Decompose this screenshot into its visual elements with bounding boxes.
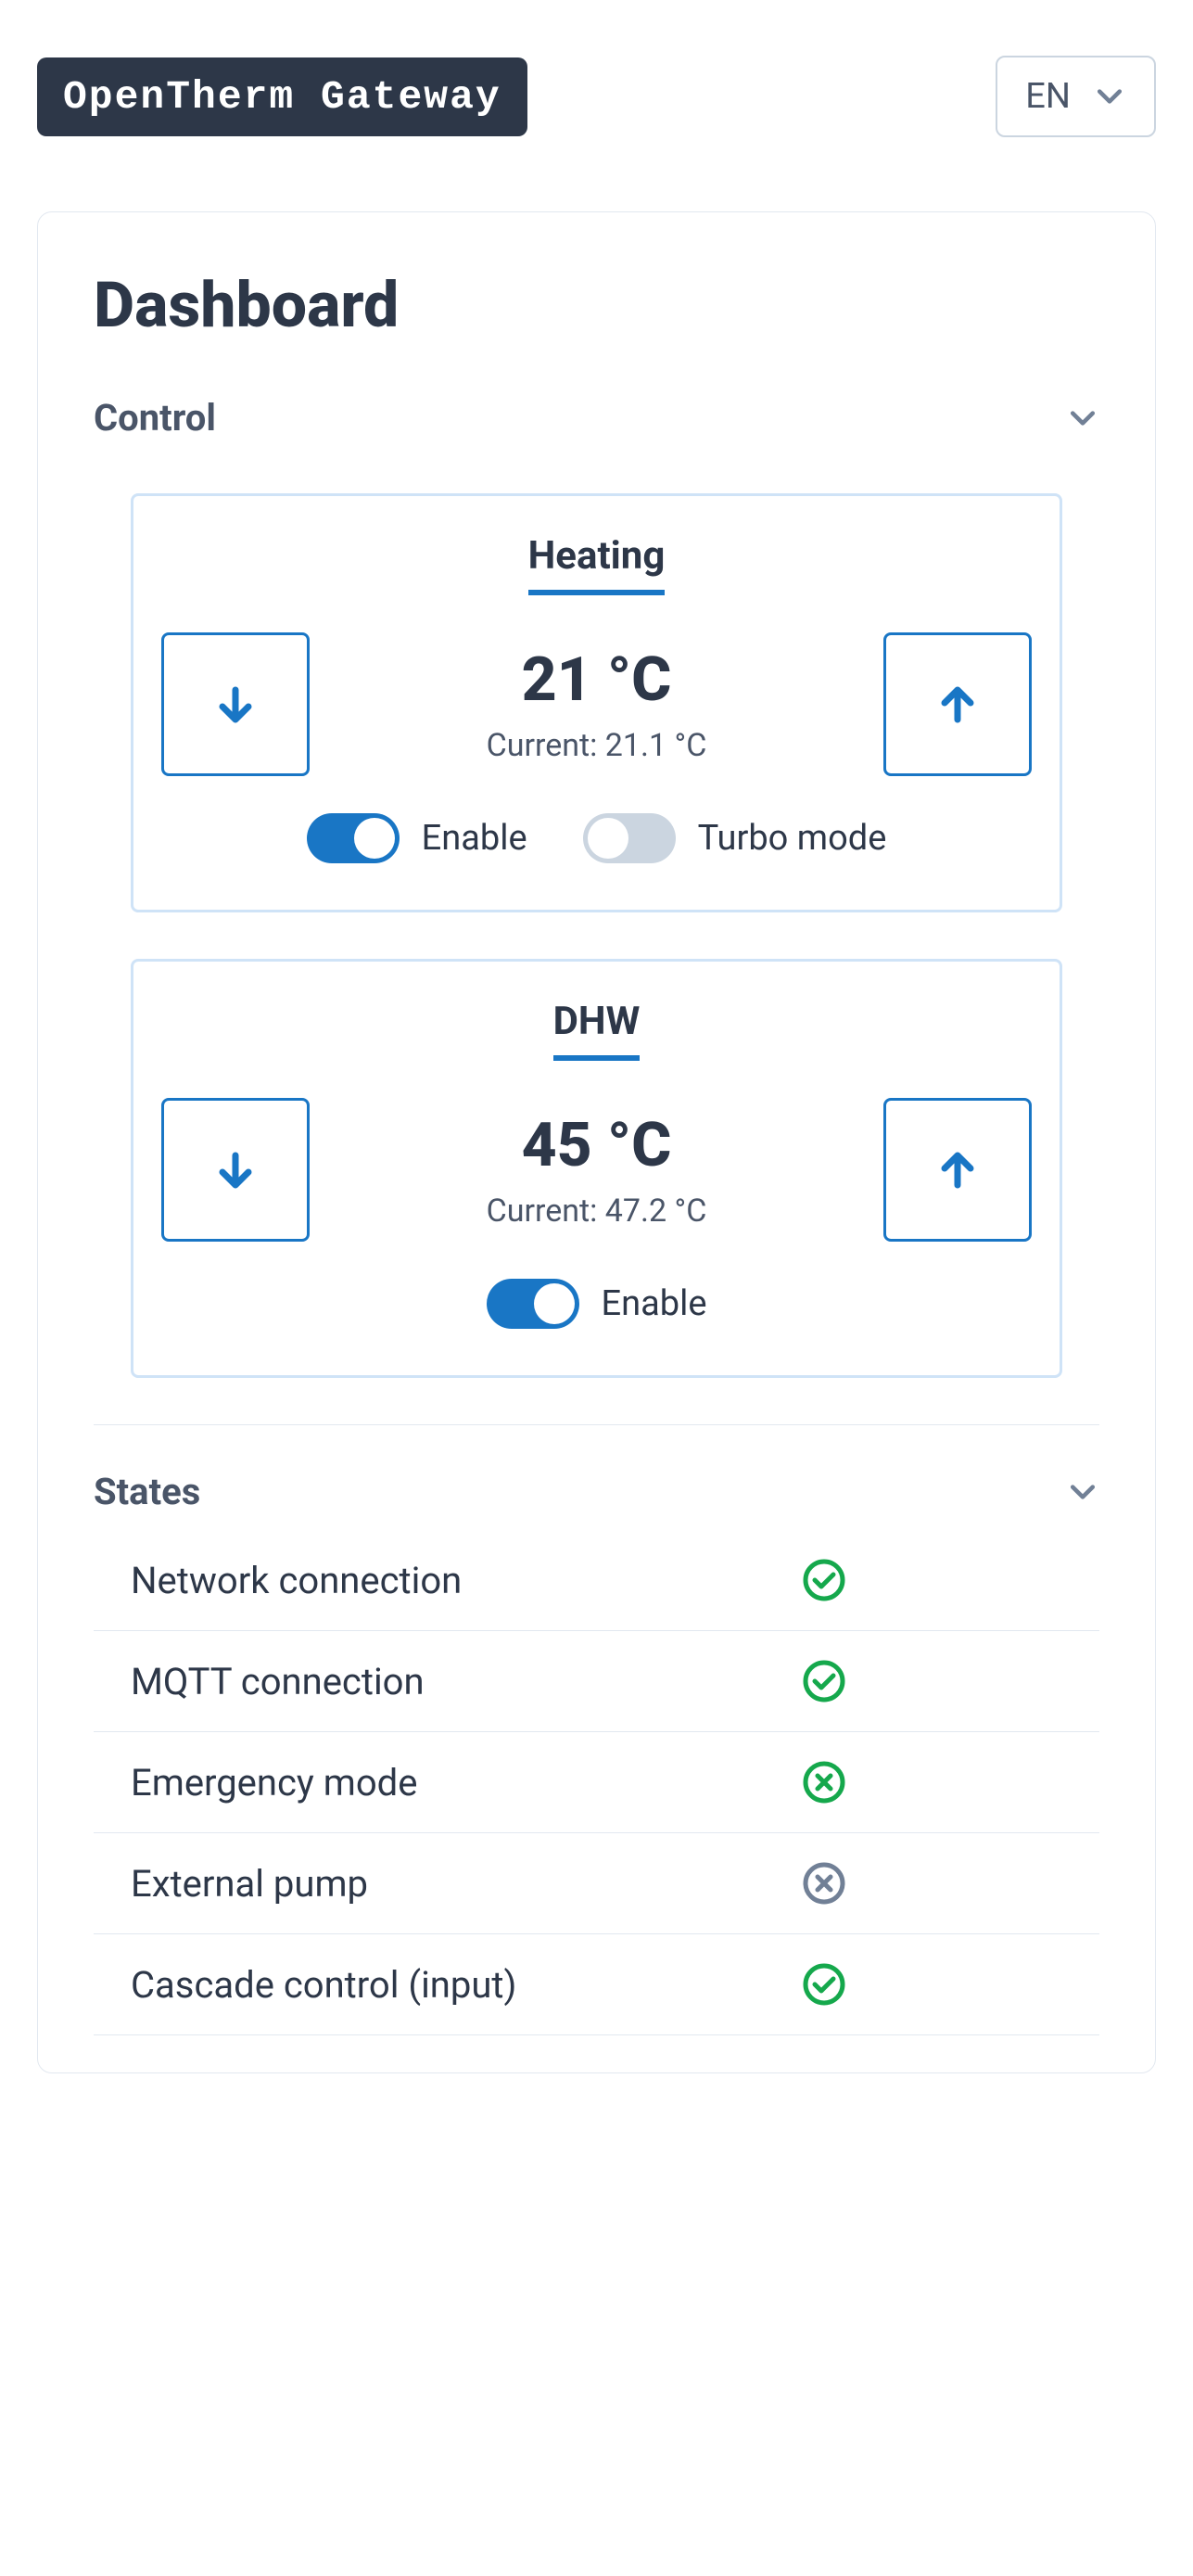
check-circle-icon bbox=[802, 1659, 846, 1703]
state-row: Network connection bbox=[94, 1530, 1099, 1631]
dhw-enable-toggle[interactable] bbox=[487, 1279, 579, 1329]
heating-enable-label: Enable bbox=[422, 818, 527, 859]
state-row: External pump bbox=[94, 1833, 1099, 1934]
heating-turbo-toggle[interactable] bbox=[583, 813, 676, 863]
arrow-up-icon bbox=[935, 1148, 980, 1192]
arrow-up-icon bbox=[935, 682, 980, 727]
dhw-increase-button[interactable] bbox=[883, 1098, 1032, 1242]
section-control-title: Control bbox=[94, 396, 216, 440]
heating-enable-toggle[interactable] bbox=[307, 813, 400, 863]
language-label: EN bbox=[1025, 76, 1071, 117]
arrow-down-icon bbox=[213, 1148, 258, 1192]
x-circle-icon bbox=[802, 1861, 846, 1906]
chevron-down-icon bbox=[1066, 402, 1099, 435]
state-label: Network connection bbox=[131, 1559, 802, 1602]
heating-setpoint: 21 °C bbox=[310, 644, 883, 716]
chevron-down-icon bbox=[1066, 1475, 1099, 1509]
dashboard-card: Dashboard Control Heating 21 °C Current:… bbox=[37, 211, 1156, 2073]
state-row: Emergency mode bbox=[94, 1732, 1099, 1833]
section-control-header[interactable]: Control bbox=[94, 379, 1099, 456]
check-circle-icon bbox=[802, 1962, 846, 2007]
heating-current: Current: 21.1 °C bbox=[310, 727, 883, 764]
dhw-card: DHW 45 °C Current: 47.2 °C Enable bbox=[131, 959, 1062, 1378]
heating-turbo-label: Turbo mode bbox=[698, 818, 887, 859]
x-circle-icon bbox=[802, 1760, 846, 1804]
state-label: Cascade control (input) bbox=[131, 1963, 802, 2007]
dhw-current: Current: 47.2 °C bbox=[310, 1192, 883, 1230]
chevron-down-icon bbox=[1093, 80, 1126, 113]
dhw-enable-label: Enable bbox=[602, 1283, 707, 1324]
state-label: External pump bbox=[131, 1862, 802, 1906]
state-label: MQTT connection bbox=[131, 1660, 802, 1703]
state-row: MQTT connection bbox=[94, 1631, 1099, 1732]
state-label: Emergency mode bbox=[131, 1761, 802, 1804]
dhw-title: DHW bbox=[553, 999, 641, 1061]
states-list: Network connection MQTT connection Emergen… bbox=[94, 1530, 1099, 2035]
arrow-down-icon bbox=[213, 682, 258, 727]
brand-badge: OpenTherm Gateway bbox=[37, 57, 527, 136]
heating-card: Heating 21 °C Current: 21.1 °C Enable Tu… bbox=[131, 493, 1062, 912]
section-states-title: States bbox=[94, 1470, 200, 1513]
divider bbox=[94, 1424, 1099, 1425]
dhw-decrease-button[interactable] bbox=[161, 1098, 310, 1242]
check-circle-icon bbox=[802, 1558, 846, 1602]
dhw-setpoint: 45 °C bbox=[310, 1110, 883, 1181]
state-row: Cascade control (input) bbox=[94, 1934, 1099, 2035]
language-selector[interactable]: EN bbox=[996, 56, 1156, 137]
heating-title: Heating bbox=[528, 533, 666, 595]
heating-increase-button[interactable] bbox=[883, 632, 1032, 776]
section-states-header[interactable]: States bbox=[94, 1453, 1099, 1530]
heating-decrease-button[interactable] bbox=[161, 632, 310, 776]
page-title: Dashboard bbox=[94, 268, 1099, 342]
